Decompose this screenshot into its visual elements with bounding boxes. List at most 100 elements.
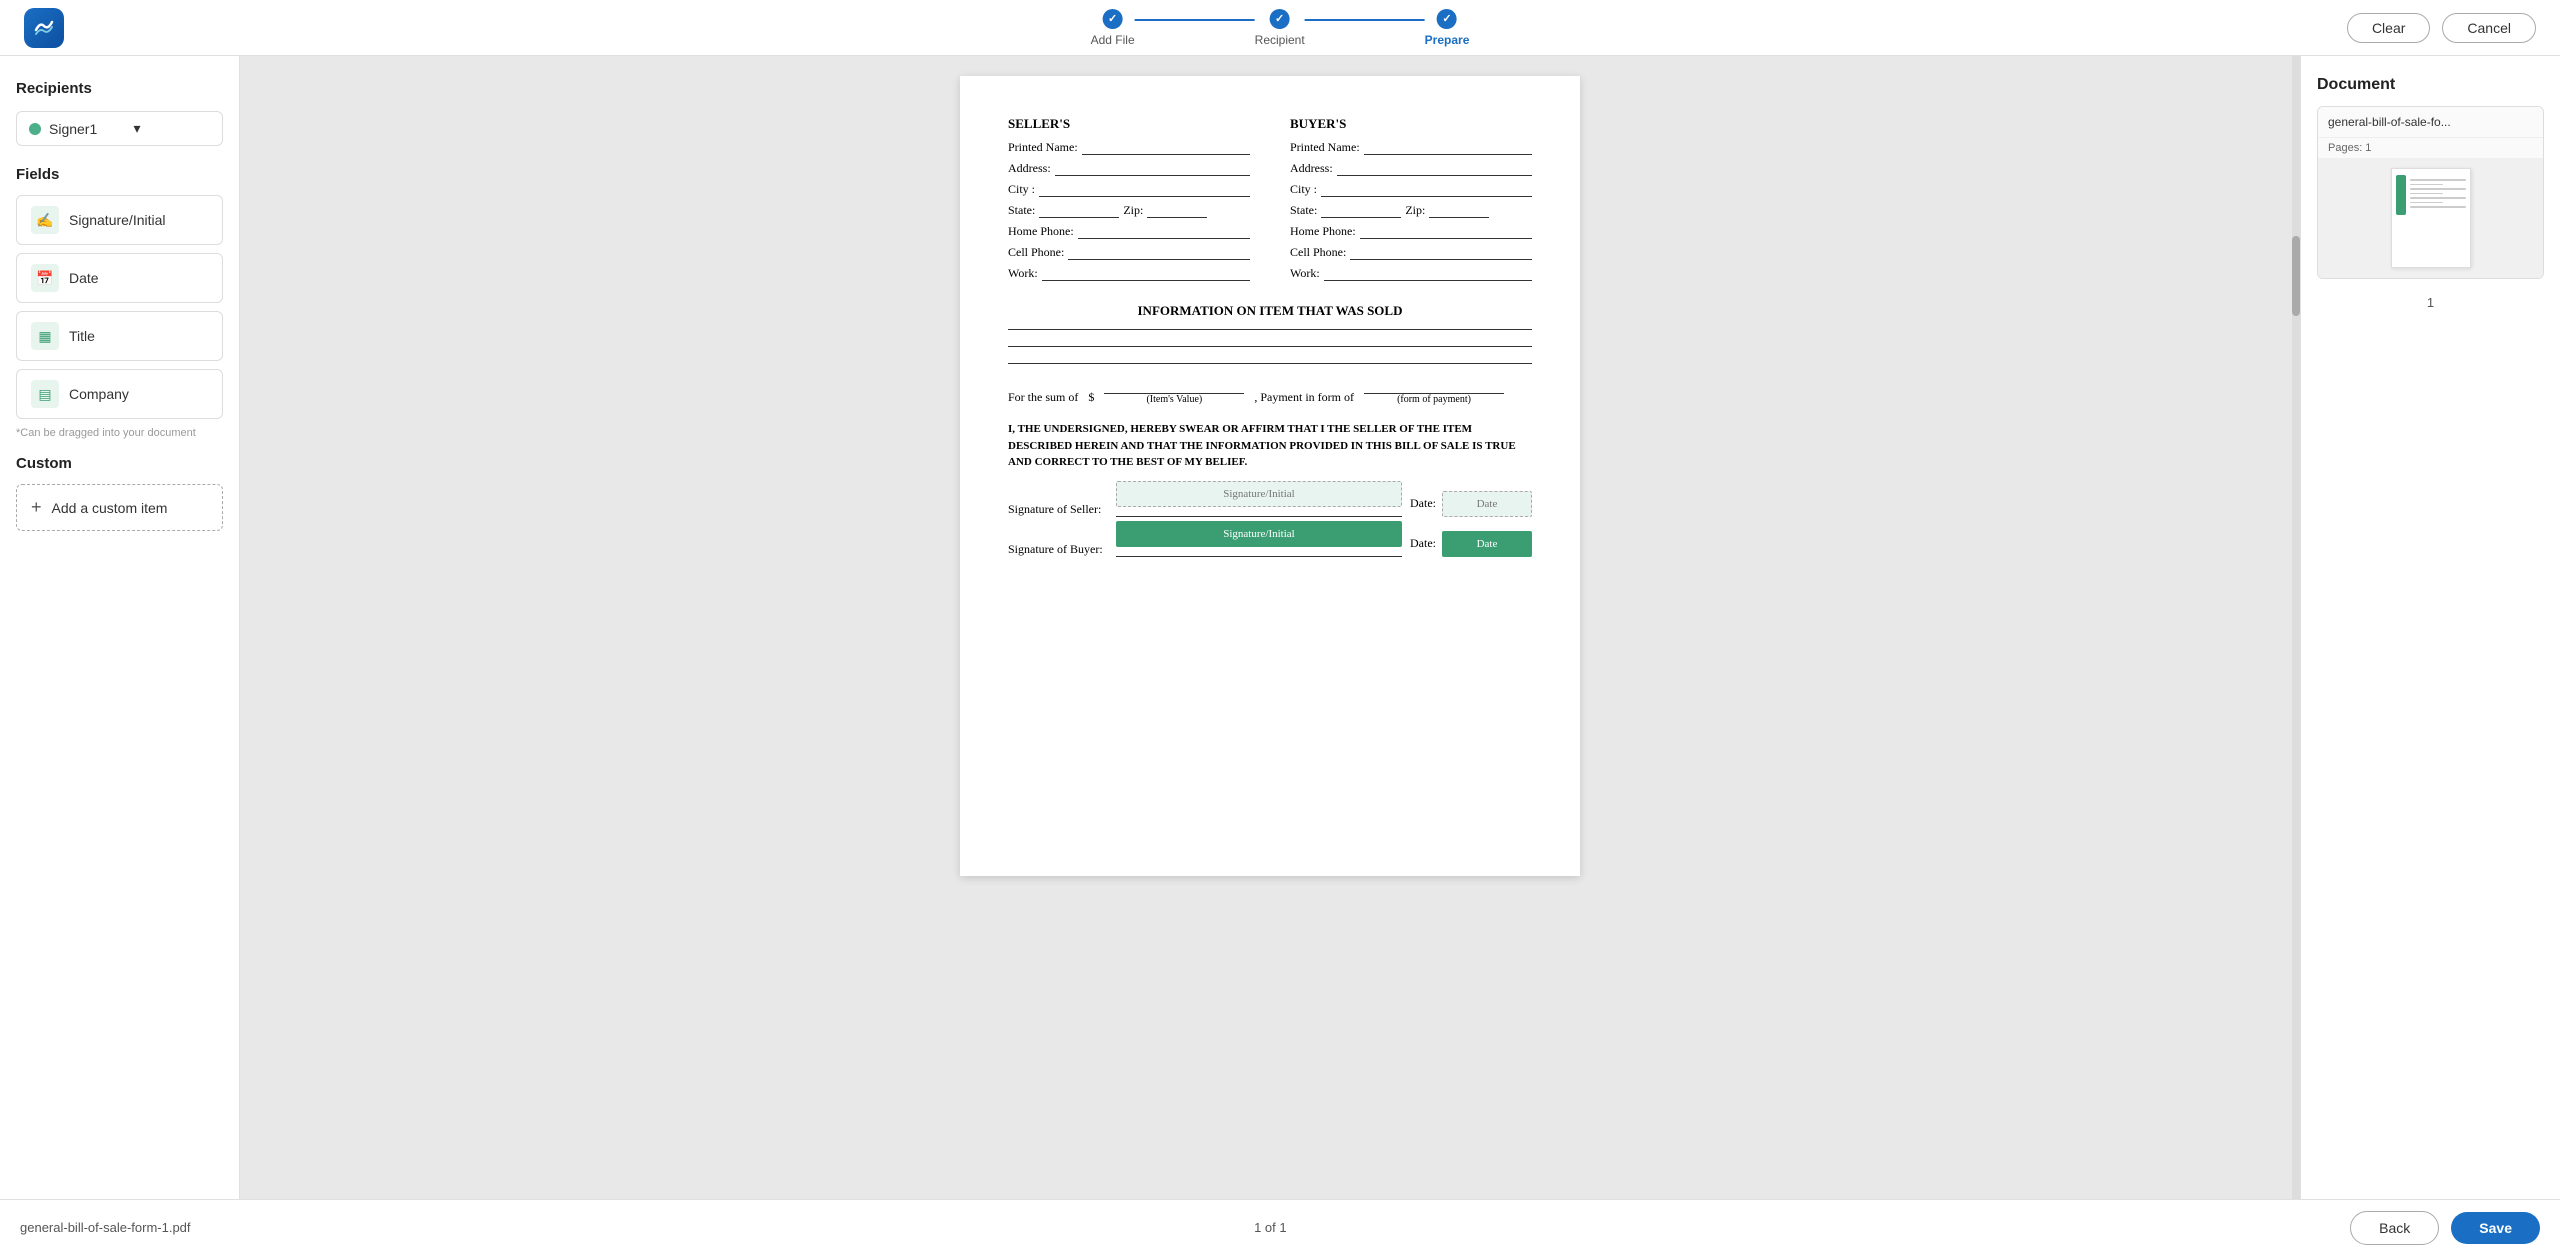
seller-state-zip-row: State: Zip: [1008, 203, 1250, 218]
seller-address-row: Address: [1008, 161, 1250, 176]
seller-homephone-row: Home Phone: [1008, 224, 1250, 239]
field-date[interactable]: 📅 Date [16, 253, 223, 303]
seller-date-label: Date: [1410, 496, 1436, 511]
buyer-city-line [1321, 183, 1532, 197]
buyer-date-box[interactable]: Date [1442, 531, 1532, 557]
buyer-printed-name-label: Printed Name: [1290, 140, 1360, 155]
doc-thumb-pages: Pages: 1 [2318, 138, 2543, 158]
item-description-lines [1008, 329, 1532, 364]
doc-thumbnail-image[interactable] [2318, 158, 2543, 278]
buyer-cellphone-line [1350, 246, 1532, 260]
custom-title: Custom [16, 455, 223, 472]
cancel-button[interactable]: Cancel [2442, 13, 2536, 43]
seller-sig-row: Signature of Seller: Signature/Initial D… [1008, 491, 1532, 517]
buyer-sig-label: Signature of Buyer: [1008, 542, 1108, 557]
field-signature-initial[interactable]: ✍ Signature/Initial [16, 195, 223, 245]
field-label-company: Company [69, 386, 129, 402]
info-title: INFORMATION ON ITEM THAT WAS SOLD [1008, 303, 1532, 319]
seller-address-label: Address: [1008, 161, 1051, 176]
for-sum-label: For the sum of [1008, 390, 1078, 405]
title-icon: ▦ [31, 322, 59, 350]
clear-button[interactable]: Clear [2347, 13, 2430, 43]
buyer-date-area: Date: Date [1410, 531, 1532, 557]
add-custom-label: Add a custom item [52, 500, 168, 516]
thumb-line-2 [2410, 184, 2444, 186]
footer-page-info: 1 of 1 [1254, 1220, 1287, 1235]
thumb-line-7 [2410, 206, 2466, 208]
buyer-homephone-label: Home Phone: [1290, 224, 1356, 239]
buyer-address-line [1337, 162, 1532, 176]
fields-title: Fields [16, 166, 223, 183]
bottom-action-bar: general-bill-of-sale-form-1.pdf 1 of 1 B… [0, 1199, 2560, 1255]
buyer-printed-name-row: Printed Name: [1290, 140, 1532, 155]
drag-hint: *Can be dragged into your document [16, 427, 223, 439]
step-circle-prepare: ✓ [1437, 9, 1457, 29]
affirmation-text: I, THE UNDERSIGNED, HEREBY SWEAR OR AFFI… [1008, 421, 1532, 471]
step-line-1 [1135, 19, 1255, 21]
thumbnail-mini-page [2391, 168, 2471, 268]
thumb-line-5 [2410, 197, 2466, 199]
recipients-title: Recipients [16, 80, 223, 97]
blank-line-3 [1008, 363, 1532, 364]
field-title[interactable]: ▦ Title [16, 311, 223, 361]
page-number-label: 1 [2317, 295, 2544, 310]
field-company[interactable]: ▤ Company [16, 369, 223, 419]
buyer-work-line [1324, 267, 1532, 281]
seller-header: SELLER'S [1008, 116, 1250, 132]
step-line-2 [1305, 19, 1425, 21]
seller-work-label: Work: [1008, 266, 1038, 281]
footer-filename: general-bill-of-sale-form-1.pdf [20, 1220, 191, 1235]
scrollbar-track[interactable] [2292, 56, 2300, 1199]
seller-date-box[interactable]: Date [1442, 491, 1532, 517]
seller-city-line [1039, 183, 1250, 197]
step-add-file: ✓ Add File [1091, 9, 1135, 47]
document-thumbnail-card: general-bill-of-sale-fo... Pages: 1 [2317, 106, 2544, 279]
save-button[interactable]: Save [2451, 1212, 2540, 1244]
buyer-state-label: State: [1290, 203, 1317, 218]
buyer-work-row: Work: [1290, 266, 1532, 281]
seller-col: SELLER'S Printed Name: Address: City : [1008, 116, 1250, 287]
plus-icon: + [31, 497, 42, 518]
seller-printed-name-row: Printed Name: [1008, 140, 1250, 155]
seller-city-row: City : [1008, 182, 1250, 197]
back-button[interactable]: Back [2350, 1211, 2439, 1245]
right-panel: Document general-bill-of-sale-fo... Page… [2300, 56, 2560, 1199]
signer-dot [29, 123, 41, 135]
panel-title: Document [2317, 76, 2544, 94]
item-value-label: (Item's Value) [1146, 394, 1202, 405]
nav-actions: Clear Cancel [2347, 13, 2536, 43]
signer-name: Signer1 [49, 121, 126, 137]
buyer-sig-line: Signature/Initial [1116, 543, 1402, 557]
seller-cellphone-row: Cell Phone: [1008, 245, 1250, 260]
seller-work-row: Work: [1008, 266, 1250, 281]
seller-state-label: State: [1008, 203, 1035, 218]
buyer-sig-row: Signature of Buyer: Signature/Initial Da… [1008, 531, 1532, 557]
seller-city-label: City : [1008, 182, 1035, 197]
buyer-homephone-row: Home Phone: [1290, 224, 1532, 239]
seller-cellphone-label: Cell Phone: [1008, 245, 1064, 260]
seller-date-area: Date: Date [1410, 491, 1532, 517]
seller-sig-label: Signature of Seller: [1008, 502, 1108, 517]
step-recipient: ✓ Recipient [1255, 9, 1305, 47]
seller-homephone-line [1078, 225, 1250, 239]
seller-buyer-header-row: SELLER'S Printed Name: Address: City : [1008, 116, 1532, 287]
seller-address-line [1055, 162, 1250, 176]
seller-cellphone-line [1068, 246, 1250, 260]
buyer-cellphone-row: Cell Phone: [1290, 245, 1532, 260]
dollar-sign: $ [1088, 390, 1094, 405]
scrollbar-thumb[interactable] [2292, 236, 2300, 316]
seller-sig-box[interactable]: Signature/Initial [1116, 481, 1402, 507]
buyer-address-row: Address: [1290, 161, 1532, 176]
add-custom-item-button[interactable]: + Add a custom item [16, 484, 223, 531]
thumb-line-1 [2410, 179, 2466, 181]
thumb-line-4 [2410, 193, 2444, 195]
blank-line-1 [1008, 329, 1532, 330]
signer-dropdown[interactable]: Signer1 ▾ [16, 111, 223, 146]
buyer-sig-box[interactable]: Signature/Initial [1116, 521, 1402, 547]
seller-work-line [1042, 267, 1250, 281]
step-label-recipient: Recipient [1255, 33, 1305, 47]
top-navigation: ✓ Add File ✓ Recipient ✓ Prepare Clear C… [0, 0, 2560, 56]
buyer-zip-line [1429, 204, 1489, 218]
seller-printed-name-line [1082, 141, 1250, 155]
blank-line-2 [1008, 346, 1532, 347]
